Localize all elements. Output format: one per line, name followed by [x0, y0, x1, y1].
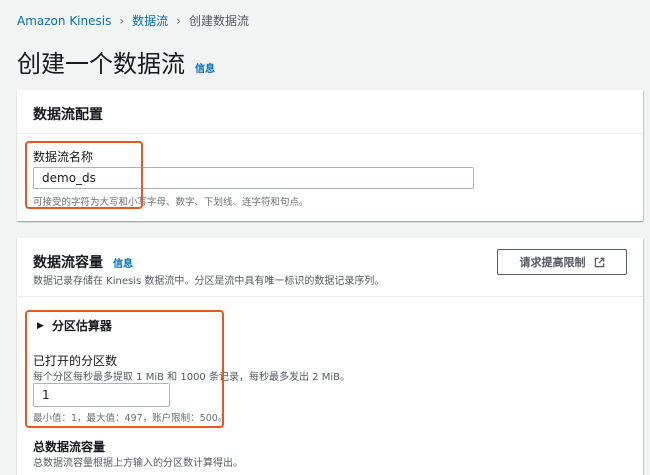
capacity-panel-title: 数据流容量 信息: [33, 252, 133, 272]
external-link-icon: [594, 257, 604, 267]
total-capacity-description: 总数据流容量根据上方输入的分区数计算得出。: [33, 458, 243, 469]
breadcrumb: Amazon Kinesis › 数据流 › 创建数据流: [17, 12, 249, 29]
page-title: 创建一个数据流 信息: [17, 44, 215, 79]
shards-highlight: [25, 310, 224, 428]
capacity-title-text: 数据流容量: [33, 255, 103, 271]
capacity-description: 数据记录存储在 Kinesis 数据流中。分区是流中具有唯一标识的数据记录序列。: [33, 276, 385, 287]
page-info-link[interactable]: 信息: [195, 60, 215, 75]
capacity-info-link[interactable]: 信息: [113, 255, 133, 270]
capacity-divider: [17, 296, 643, 297]
request-limit-label: 请求提高限制: [519, 256, 586, 269]
stream-name-highlight: [25, 141, 143, 209]
page-title-text: 创建一个数据流: [17, 50, 185, 78]
breadcrumb-link-kinesis[interactable]: Amazon Kinesis: [17, 14, 111, 28]
chevron-right-icon: ›: [119, 13, 125, 28]
breadcrumb-link-data-streams[interactable]: 数据流: [132, 12, 168, 29]
total-capacity-title: 总数据流容量: [33, 440, 106, 454]
request-limit-increase-button[interactable]: 请求提高限制: [497, 249, 627, 275]
chevron-right-icon: ›: [176, 13, 181, 28]
config-panel-title: 数据流配置: [33, 107, 103, 123]
breadcrumb-current: 创建数据流: [188, 14, 249, 28]
config-panel-header: 数据流配置: [17, 90, 643, 134]
